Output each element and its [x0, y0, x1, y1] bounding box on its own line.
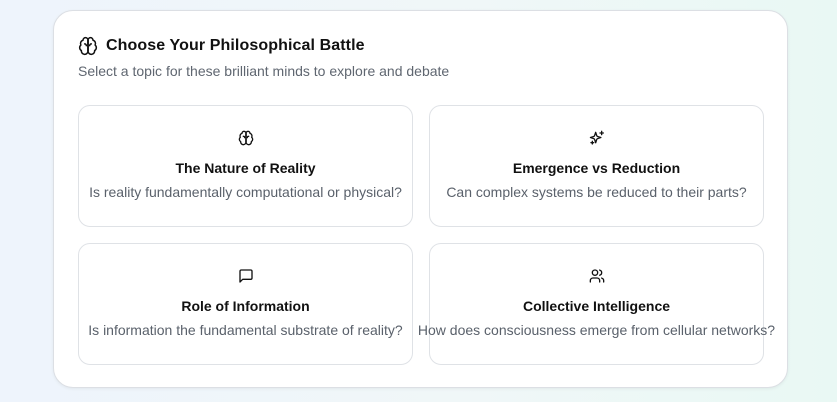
- page-title: Choose Your Philosophical Battle: [106, 37, 365, 54]
- topic-card-description: How does consciousness emerge from cellu…: [417, 322, 776, 338]
- topic-selection-panel: Choose Your Philosophical Battle Select …: [53, 10, 788, 388]
- topic-card-title: Emergence vs Reduction: [512, 160, 681, 176]
- panel-header: Choose Your Philosophical Battle: [78, 36, 365, 56]
- topic-card-title: The Nature of Reality: [175, 160, 316, 176]
- page-subtitle: Select a topic for these brilliant minds…: [78, 63, 450, 79]
- users-icon: [589, 268, 605, 284]
- message-square-icon: [238, 268, 254, 284]
- topic-card-collective-intelligence[interactable]: Collective Intelligence How does conscio…: [418, 243, 775, 365]
- sparkles-icon: [589, 130, 605, 146]
- topic-card-nature-of-reality[interactable]: The Nature of Reality Is reality fundame…: [78, 105, 413, 227]
- topic-card-title: Collective Intelligence: [522, 298, 671, 314]
- topic-card-description: Can complex systems be reduced to their …: [446, 184, 747, 200]
- topic-card-title: Role of Information: [181, 298, 310, 314]
- topic-card-emergence-vs-reduction[interactable]: Emergence vs Reduction Can complex syste…: [429, 105, 764, 227]
- topic-card-role-of-information[interactable]: Role of Information Is information the f…: [78, 243, 413, 365]
- brain-icon: [78, 36, 98, 56]
- brain-icon: [238, 130, 254, 146]
